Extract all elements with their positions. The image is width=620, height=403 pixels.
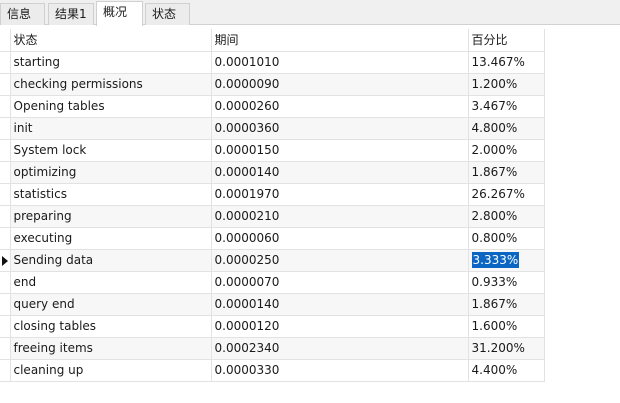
cell-percent[interactable]: 0.800% [468, 227, 545, 250]
table-row[interactable]: query end 0.0000140 1.867% [0, 293, 545, 316]
table-row[interactable]: init 0.0000360 4.800% [0, 117, 545, 140]
row-indicator[interactable] [0, 359, 11, 382]
cell-status[interactable]: optimizing [10, 161, 212, 184]
row-indicator[interactable] [0, 271, 11, 294]
table-row[interactable]: end 0.0000070 0.933% [0, 271, 545, 294]
row-indicator[interactable] [0, 117, 11, 140]
cell-duration[interactable]: 0.0002340 [211, 337, 469, 360]
cell-duration[interactable]: 0.0000120 [211, 315, 469, 338]
cell-status[interactable]: Opening tables [10, 95, 212, 118]
cell-percent[interactable]: 2.000% [468, 139, 545, 162]
table-row[interactable]: checking permissions 0.0000090 1.200% [0, 73, 545, 96]
column-header-status[interactable]: 状态 [10, 29, 212, 52]
table-row[interactable]: executing 0.0000060 0.800% [0, 227, 545, 250]
cell-duration[interactable]: 0.0000210 [211, 205, 469, 228]
cell-percent[interactable]: 3.467% [468, 95, 545, 118]
cell-duration[interactable]: 0.0000260 [211, 95, 469, 118]
cell-percent[interactable]: 2.800% [468, 205, 545, 228]
tab-result-1[interactable]: 结果1 [48, 3, 94, 25]
table-row[interactable]: closing tables 0.0000120 1.600% [0, 315, 545, 338]
cell-percent[interactable]: 1.867% [468, 293, 545, 316]
table-row[interactable]: cleaning up 0.0000330 4.400% [0, 359, 545, 382]
cell-percent[interactable]: 1.600% [468, 315, 545, 338]
table-row[interactable]: optimizing 0.0000140 1.867% [0, 161, 545, 184]
current-row-arrow-icon [2, 255, 8, 266]
cell-percent[interactable]: 26.267% [468, 183, 545, 206]
cell-duration[interactable]: 0.0000330 [211, 359, 469, 382]
row-indicator[interactable] [0, 315, 11, 338]
cell-duration[interactable]: 0.0000140 [211, 293, 469, 316]
table-row[interactable]: statistics 0.0001970 26.267% [0, 183, 545, 206]
cell-status[interactable]: starting [10, 51, 212, 74]
cell-duration[interactable]: 0.0000150 [211, 139, 469, 162]
row-indicator[interactable] [0, 73, 11, 96]
cell-status[interactable]: closing tables [10, 315, 212, 338]
cell-duration[interactable]: 0.0000060 [211, 227, 469, 250]
selected-cell-value: 3.333% [471, 252, 520, 268]
cell-status[interactable]: checking permissions [10, 73, 212, 96]
cell-duration[interactable]: 0.0000360 [211, 117, 469, 140]
row-indicator[interactable] [0, 249, 11, 272]
table-row[interactable]: Opening tables 0.0000260 3.467% [0, 95, 545, 118]
row-indicator[interactable] [0, 205, 11, 228]
grid-body: starting 0.0001010 13.467% checking permiss… [0, 51, 545, 382]
result-tab-bar: 信息 结果1 概况 状态 [0, 0, 620, 26]
cell-status[interactable]: end [10, 271, 212, 294]
table-row[interactable]: preparing 0.0000210 2.800% [0, 205, 545, 228]
row-indicator[interactable] [0, 161, 11, 184]
cell-status[interactable]: freeing items [10, 337, 212, 360]
column-header-percent[interactable]: 百分比 [468, 29, 545, 52]
cell-status[interactable]: init [10, 117, 212, 140]
cell-percent[interactable]: 31.200% [468, 337, 545, 360]
cell-status[interactable]: query end [10, 293, 212, 316]
row-indicator[interactable] [0, 183, 11, 206]
cell-duration[interactable]: 0.0000140 [211, 161, 469, 184]
column-header-duration[interactable]: 期间 [211, 29, 469, 52]
row-indicator[interactable] [0, 51, 11, 74]
cell-status[interactable]: Sending data [10, 249, 212, 272]
row-indicator[interactable] [0, 293, 11, 316]
cell-status[interactable]: executing [10, 227, 212, 250]
row-indicator[interactable] [0, 337, 11, 360]
cell-percent[interactable]: 4.400% [468, 359, 545, 382]
tab-info[interactable]: 信息 [0, 3, 45, 25]
cell-percent[interactable]: 1.200% [468, 73, 545, 96]
tab-status[interactable]: 状态 [145, 3, 190, 25]
profile-grid: 状态 期间 百分比 starting 0.0001010 13.467% checki… [0, 29, 545, 382]
cell-percent[interactable]: 4.800% [468, 117, 545, 140]
cell-duration[interactable]: 0.0001970 [211, 183, 469, 206]
row-indicator[interactable] [0, 139, 11, 162]
row-indicator[interactable] [0, 227, 11, 250]
table-row[interactable]: Sending data 0.0000250 3.333% [0, 249, 545, 272]
cell-percent[interactable]: 3.333% [468, 249, 545, 272]
header-row: 状态 期间 百分比 [0, 29, 545, 52]
table-row[interactable]: System lock 0.0000150 2.000% [0, 139, 545, 162]
cell-status[interactable]: statistics [10, 183, 212, 206]
cell-percent[interactable]: 13.467% [468, 51, 545, 74]
table-row[interactable]: starting 0.0001010 13.467% [0, 51, 545, 74]
cell-percent[interactable]: 0.933% [468, 271, 545, 294]
cell-duration[interactable]: 0.0000250 [211, 249, 469, 272]
row-indicator[interactable] [0, 95, 11, 118]
tab-profile[interactable]: 概况 [96, 1, 143, 26]
cell-duration[interactable]: 0.0001010 [211, 51, 469, 74]
cell-duration[interactable]: 0.0000090 [211, 73, 469, 96]
cell-status[interactable]: preparing [10, 205, 212, 228]
cell-duration[interactable]: 0.0000070 [211, 271, 469, 294]
cell-status[interactable]: cleaning up [10, 359, 212, 382]
cell-status[interactable]: System lock [10, 139, 212, 162]
row-indicator-header [0, 29, 11, 52]
table-row[interactable]: freeing items 0.0002340 31.200% [0, 337, 545, 360]
cell-percent[interactable]: 1.867% [468, 161, 545, 184]
